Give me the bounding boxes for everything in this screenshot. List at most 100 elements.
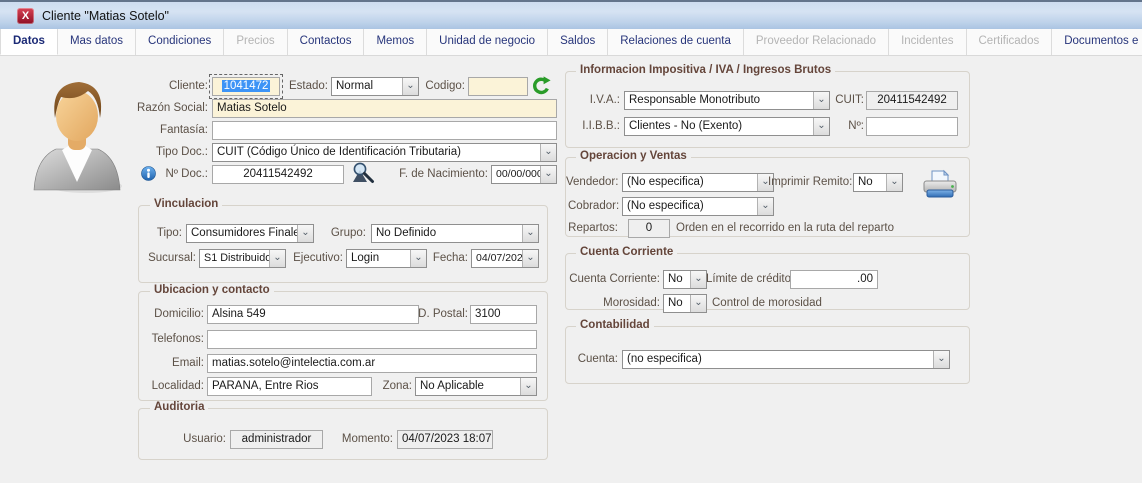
- tab-unidad-de-negocio[interactable]: Unidad de negocio: [427, 29, 548, 55]
- chevron-down-icon: ⌄: [690, 295, 706, 312]
- tab-contactos[interactable]: Contactos: [288, 29, 365, 55]
- chevron-down-icon: ⌄: [813, 92, 829, 109]
- repartos-label: Repartos:: [566, 222, 618, 234]
- localidad-input[interactable]: PARANA, Entre Rios: [207, 377, 372, 396]
- tipo-select[interactable]: Consumidores Finales⌄: [186, 224, 314, 243]
- tab-mas-datos[interactable]: Mas datos: [58, 29, 136, 55]
- morosidad-hint: Control de morosidad: [712, 297, 822, 309]
- d-postal-input[interactable]: 3100: [470, 305, 537, 324]
- cuenta-select[interactable]: (no especifica)⌄: [622, 350, 950, 369]
- group-auditoria-title: Auditoria: [150, 401, 208, 413]
- iibb-nro-input[interactable]: [866, 117, 958, 136]
- tab-datos[interactable]: Datos: [0, 29, 58, 55]
- codigo-label: Codigo:: [421, 80, 465, 92]
- f-nacimiento-label: F. de Nacimiento:: [396, 168, 488, 180]
- fecha-label: Fecha:: [430, 252, 468, 264]
- localidad-label: Localidad:: [144, 380, 204, 392]
- imprimir-remito-select[interactable]: No⌄: [853, 173, 903, 192]
- cuenta-corriente-select[interactable]: No⌄: [663, 270, 707, 289]
- iibb-select[interactable]: Clientes - No (Exento)⌄: [624, 117, 830, 136]
- grupo-label: Grupo:: [326, 227, 366, 239]
- repartos-value: 0: [628, 219, 670, 238]
- chevron-down-icon: ⌄: [520, 378, 536, 395]
- cliente-input[interactable]: 1041472: [212, 77, 280, 96]
- fecha-select[interactable]: 04/07/2023⌄: [471, 249, 539, 268]
- tab-relaciones-de-cuenta[interactable]: Relaciones de cuenta: [608, 29, 744, 55]
- cliente-label: Cliente:: [158, 80, 208, 92]
- zona-select[interactable]: No Aplicable⌄: [415, 377, 537, 396]
- tab-precios: Precios: [224, 29, 287, 55]
- iva-label: I.V.A.:: [574, 94, 620, 106]
- chevron-down-icon: ⌄: [297, 225, 313, 242]
- imprimir-remito-label: Imprimir Remito:: [768, 176, 850, 188]
- chevron-down-icon: ⌄: [522, 250, 538, 267]
- morosidad-label: Morosidad:: [596, 297, 660, 309]
- razon-social-input[interactable]: Matias Sotelo: [212, 99, 557, 118]
- vendedor-label: Vendedor:: [566, 176, 618, 188]
- group-contabilidad-title: Contabilidad: [576, 319, 654, 331]
- limite-credito-label: Límite de crédito:: [706, 273, 784, 285]
- chevron-down-icon: ⌄: [402, 78, 418, 95]
- momento-label: Momento:: [339, 433, 393, 445]
- tipo-doc-label: Tipo Doc.:: [138, 146, 208, 158]
- sucursal-select[interactable]: S1 Distribuidor⌄: [199, 249, 286, 268]
- tab-saldos[interactable]: Saldos: [548, 29, 608, 55]
- cobrador-label: Cobrador:: [568, 200, 618, 212]
- nro-doc-input[interactable]: 20411542492: [212, 165, 344, 184]
- window-title: Cliente "Matias Sotelo": [42, 9, 169, 23]
- search-person-icon[interactable]: [351, 161, 376, 184]
- iva-select[interactable]: Responsable Monotributo⌄: [624, 91, 830, 110]
- telefonos-input[interactable]: [207, 330, 537, 349]
- vendedor-select[interactable]: (No especifica)⌄: [622, 173, 774, 192]
- chevron-down-icon: ⌄: [813, 118, 829, 135]
- tab-content-datos: Cliente: 1041472 Estado: Normal⌄ Codigo:…: [0, 56, 1142, 483]
- chevron-down-icon: ⌄: [410, 250, 426, 267]
- tab-certificados: Certificados: [967, 29, 1053, 55]
- ejecutivo-select[interactable]: Login⌄: [346, 249, 427, 268]
- email-label: Email:: [162, 357, 204, 369]
- window-titlebar: X Cliente "Matias Sotelo": [0, 0, 1142, 29]
- chevron-down-icon: ⌄: [540, 166, 556, 183]
- limite-credito-input[interactable]: .00: [790, 270, 878, 289]
- email-input[interactable]: matias.sotelo@intelectia.com.ar: [207, 354, 537, 373]
- cobrador-select[interactable]: (No especifica)⌄: [622, 197, 774, 216]
- cuit-value: 20411542492: [866, 91, 958, 110]
- estado-label: Estado:: [286, 80, 328, 92]
- tab-documentos-e-imagenes[interactable]: Documentos e Imagenes: [1052, 29, 1142, 55]
- zona-label: Zona:: [376, 380, 412, 392]
- fantasia-input[interactable]: [212, 121, 557, 140]
- ejecutivo-label: Ejecutivo:: [289, 252, 343, 264]
- chevron-down-icon: ⌄: [540, 144, 556, 161]
- printer-icon[interactable]: [922, 168, 958, 199]
- sucursal-label: Sucursal:: [146, 252, 196, 264]
- chevron-down-icon: ⌄: [886, 174, 902, 191]
- client-avatar[interactable]: [26, 72, 128, 196]
- chevron-down-icon: ⌄: [757, 198, 773, 215]
- app-icon: X: [17, 8, 34, 24]
- cuenta-label: Cuenta:: [576, 353, 618, 365]
- tipo-label: Tipo:: [148, 227, 182, 239]
- f-nacimiento-select[interactable]: 00/00/0000⌄: [491, 165, 557, 184]
- razon-social-label: Razón Social:: [128, 102, 208, 114]
- grupo-select[interactable]: No Definido⌄: [371, 224, 539, 243]
- repartos-hint: Orden en el recorrido en la ruta del rep…: [676, 222, 894, 234]
- estado-select[interactable]: Normal⌄: [331, 77, 419, 96]
- refresh-icon[interactable]: [532, 76, 551, 96]
- group-cuenta-corriente-title: Cuenta Corriente: [576, 246, 677, 258]
- codigo-input[interactable]: [468, 77, 528, 96]
- info-icon: [141, 166, 156, 181]
- domicilio-input[interactable]: Alsina 549: [207, 305, 419, 324]
- tab-proveedor-relacionado: Proveedor Relacionado: [744, 29, 889, 55]
- chevron-down-icon: ⌄: [269, 250, 285, 267]
- client-window: X Cliente "Matias Sotelo" DatosMas datos…: [0, 0, 1142, 483]
- group-operacion-title: Operacion y Ventas: [576, 150, 691, 162]
- tab-strip: DatosMas datosCondicionesPreciosContacto…: [0, 29, 1142, 56]
- chevron-down-icon: ⌄: [522, 225, 538, 242]
- group-ubicacion-title: Ubicacion y contacto: [150, 284, 274, 296]
- morosidad-select[interactable]: No⌄: [663, 294, 707, 313]
- tipo-doc-select[interactable]: CUIT (Código Único de Identificación Tri…: [212, 143, 557, 162]
- tab-memos[interactable]: Memos: [364, 29, 427, 55]
- tab-condiciones[interactable]: Condiciones: [136, 29, 224, 55]
- iibb-nro-label: Nº:: [842, 120, 864, 132]
- domicilio-label: Domicilio:: [144, 308, 204, 320]
